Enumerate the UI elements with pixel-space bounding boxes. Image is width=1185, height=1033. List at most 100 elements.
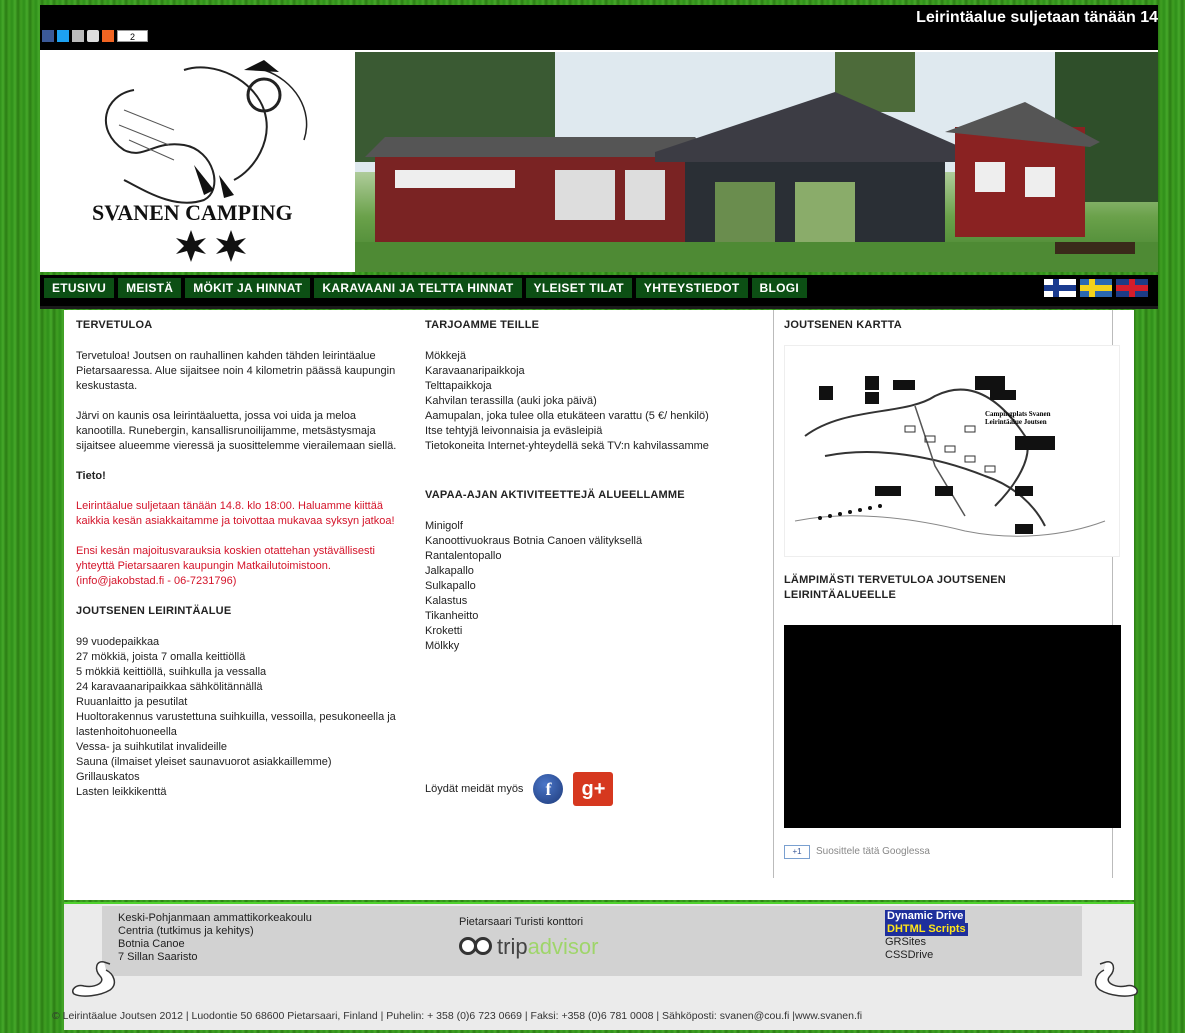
list-item: Lasten leikkikenttä (76, 786, 167, 798)
partner-link[interactable]: Keski-Pohjanmaan ammattikorkeakoulu (118, 912, 312, 925)
share-toolbar: 2 (42, 30, 149, 42)
copyright-line: © Leirintäalue Joutsen 2012 | Luodontie … (52, 1010, 863, 1022)
main-content: TERVETULOA Tervetuloa! Joutsen on rauhal… (64, 310, 1134, 900)
top-bar: Leirintäalue suljetaan tänään 14 2 (40, 5, 1158, 50)
main-nav: ETUSIVU MEISTÄ MÖKIT JA HINNAT KARAVAANI… (40, 275, 1158, 309)
recommend-label: Suosittele tätä Googlessa (816, 846, 930, 857)
dhtml-scripts-link[interactable]: DHTML Scripts (885, 923, 968, 936)
list-item: Grillauskatos (76, 771, 140, 783)
campsite-heading: JOUTSENEN LEIRINTÄALUE (76, 605, 232, 617)
list-item: Kalastus (425, 595, 468, 607)
page: Leirintäalue suljetaan tänään 14 2 SVANE… (40, 5, 1158, 1030)
list-item: 5 mökkiä keittiöllä, suihkulla ja vessal… (76, 666, 267, 678)
logo-title: SVANEN CAMPING (92, 200, 293, 225)
list-item: 24 karavaanaripaikkaa sähkölitännällä (76, 681, 263, 693)
finnish-flag-icon[interactable] (1044, 279, 1076, 297)
nav-meista[interactable]: MEISTÄ (118, 278, 182, 298)
nav-etusivu[interactable]: ETUSIVU (44, 278, 115, 298)
closing-notice: Leirintäalue suljetaan tänään 14.8. klo … (76, 500, 395, 527)
map-heading: JOUTSENEN KARTTA (784, 319, 902, 331)
tourist-office-link[interactable]: Pietarsaari Turisti konttori (459, 916, 598, 929)
list-item: Rantalentopallo (425, 550, 502, 562)
email-share-icon[interactable] (72, 30, 84, 42)
welcome-column: TERVETULOA Tervetuloa! Joutsen on rauhal… (76, 318, 401, 800)
list-item: Telttapaikkoja (425, 380, 492, 392)
campsite-photo-icon (355, 52, 1158, 272)
list-item: Mölkky (425, 640, 460, 652)
list-item: Kroketti (425, 625, 463, 637)
addthis-icon[interactable] (102, 30, 114, 42)
offers-heading: TARJOAMME TEILLE (425, 319, 540, 331)
partners-left: Keski-Pohjanmaan ammattikorkeakoulu Cent… (118, 912, 312, 964)
cssdrive-link[interactable]: CSSDrive (885, 949, 968, 962)
list-item: Itse tehtyjä leivonnaisia ja eväsleipiä (425, 425, 603, 437)
partner-link[interactable]: 7 Sillan Saaristo (118, 951, 312, 964)
list-item: 27 mökkiä, joista 7 omalla keittiöllä (76, 651, 246, 663)
campsite-map[interactable]: Campingplats Svanen Leirintäalue Joutsen (784, 345, 1120, 557)
grsites-link[interactable]: GRSites (885, 936, 968, 949)
footer: Keski-Pohjanmaan ammattikorkeakoulu Cent… (52, 902, 1138, 1030)
list-item: Sulkapallo (425, 580, 476, 592)
offers-list: Mökkejä Karavaanaripaikkoja Telttapaikko… (425, 349, 755, 454)
swan-left-icon (72, 961, 116, 997)
list-item: Sauna (ilmaiset yleiset saunavuorot asia… (76, 756, 332, 768)
dynamic-drive-link[interactable]: Dynamic Drive (885, 910, 966, 923)
tripadvisor-logo[interactable]: trip advisor (459, 935, 598, 957)
nav-karavaani-ja-teltta-hinnat[interactable]: KARAVAANI JA TELTTA HINNAT (314, 278, 522, 298)
nav-blogi[interactable]: BLOGI (751, 278, 808, 298)
facebook-share-icon[interactable] (42, 30, 54, 42)
english-flag-icon[interactable] (1116, 279, 1148, 297)
welcome-video-heading: LÄMPIMÄSTI TERVETULOA JOUTSENEN LEIRINTÄ… (784, 574, 1006, 601)
partners-right: Dynamic Drive DHTML Scripts GRSites CSSD… (885, 910, 968, 962)
list-item: Jalkapallo (425, 565, 474, 577)
list-item: Karavaanaripaikkoja (425, 365, 525, 377)
list-item: Vessa- ja suihkutilat invalideille (76, 741, 228, 753)
map-icon: Campingplats Svanen Leirintäalue Joutsen (794, 376, 1106, 537)
welcome-paragraph-2: Järvi on kaunis osa leirintäaluetta, jos… (76, 410, 397, 452)
welcome-paragraph-1: Tervetuloa! Joutsen on rauhallinen kahde… (76, 350, 396, 392)
news-ticker: Leirintäalue suljetaan tänään 14 (916, 9, 1158, 26)
find-us-label: Löydät meidät myös (425, 783, 524, 795)
list-item: Kanoottivuokraus Botnia Canoen välitykse… (425, 535, 643, 547)
swan-right-icon (1094, 961, 1138, 997)
partners-box: Keski-Pohjanmaan ammattikorkeakoulu Cent… (102, 906, 1082, 976)
list-item: Ruuanlaitto ja pesutilat (76, 696, 188, 708)
list-item: Tietokoneita Internet-yhteydellä sekä TV… (425, 440, 709, 452)
social-links: Löydät meidät myös f g+ (425, 772, 614, 806)
swan-logo-icon (105, 60, 308, 262)
notice-label: Tieto! (76, 470, 106, 482)
nav-yleiset-tilat[interactable]: YLEISET TILAT (525, 278, 632, 298)
advisor-wordmark: advisor (527, 933, 599, 959)
video-player[interactable] (784, 625, 1121, 828)
map-title: Campingplats Svanen (985, 410, 1051, 418)
twitter-share-icon[interactable] (57, 30, 69, 42)
swedish-flag-icon[interactable] (1080, 279, 1112, 297)
offers-column: TARJOAMME TEILLE Mökkejä Karavaanaripaik… (425, 318, 755, 654)
google-plus-icon[interactable]: g+ (573, 772, 614, 806)
language-selector (1044, 279, 1148, 297)
trip-wordmark: trip (497, 933, 528, 959)
header-photo (355, 52, 1158, 272)
share-count: 2 (117, 30, 149, 42)
list-item: 99 vuodepaikkaa (76, 636, 160, 648)
google-recommend[interactable]: +1 Suosittele tätä Googlessa (784, 844, 1112, 859)
list-item: Huoltorakennus varustettuna suihkuilla, … (76, 711, 396, 738)
activities-list: Minigolf Kanoottivuokraus Botnia Canoen … (425, 519, 755, 654)
list-item: Tikanheitto (425, 610, 479, 622)
print-icon[interactable] (87, 30, 99, 42)
booking-notice: Ensi kesän majoitusvarauksia koskien ota… (76, 545, 375, 587)
welcome-heading: TERVETULOA (76, 319, 153, 331)
list-item: Aamupalan, joka tulee olla etukäteen var… (425, 410, 709, 422)
partner-link[interactable]: Centria (tutkimus ja kehitys) (118, 925, 312, 938)
campsite-features-list: 99 vuodepaikkaa 27 mökkiä, joista 7 omal… (76, 635, 401, 800)
plus-one-icon[interactable]: +1 (784, 844, 810, 859)
facebook-icon[interactable]: f (533, 774, 564, 804)
nav-yhteystiedot[interactable]: YHTEYSTIEDOT (635, 278, 748, 298)
list-item: Mökkejä (425, 350, 466, 362)
site-logo[interactable]: SVANEN CAMPING (64, 50, 354, 272)
activities-heading: VAPAA-AJAN AKTIVITEETTEJÄ ALUEELLAMME (425, 489, 685, 501)
partners-middle: Pietarsaari Turisti konttori trip advisor (459, 916, 598, 957)
list-item: Kahvilan terassilla (auki joka päivä) (425, 395, 597, 407)
partner-link[interactable]: Botnia Canoe (118, 938, 312, 951)
nav-mokit-ja-hinnat[interactable]: MÖKIT JA HINNAT (185, 278, 311, 298)
